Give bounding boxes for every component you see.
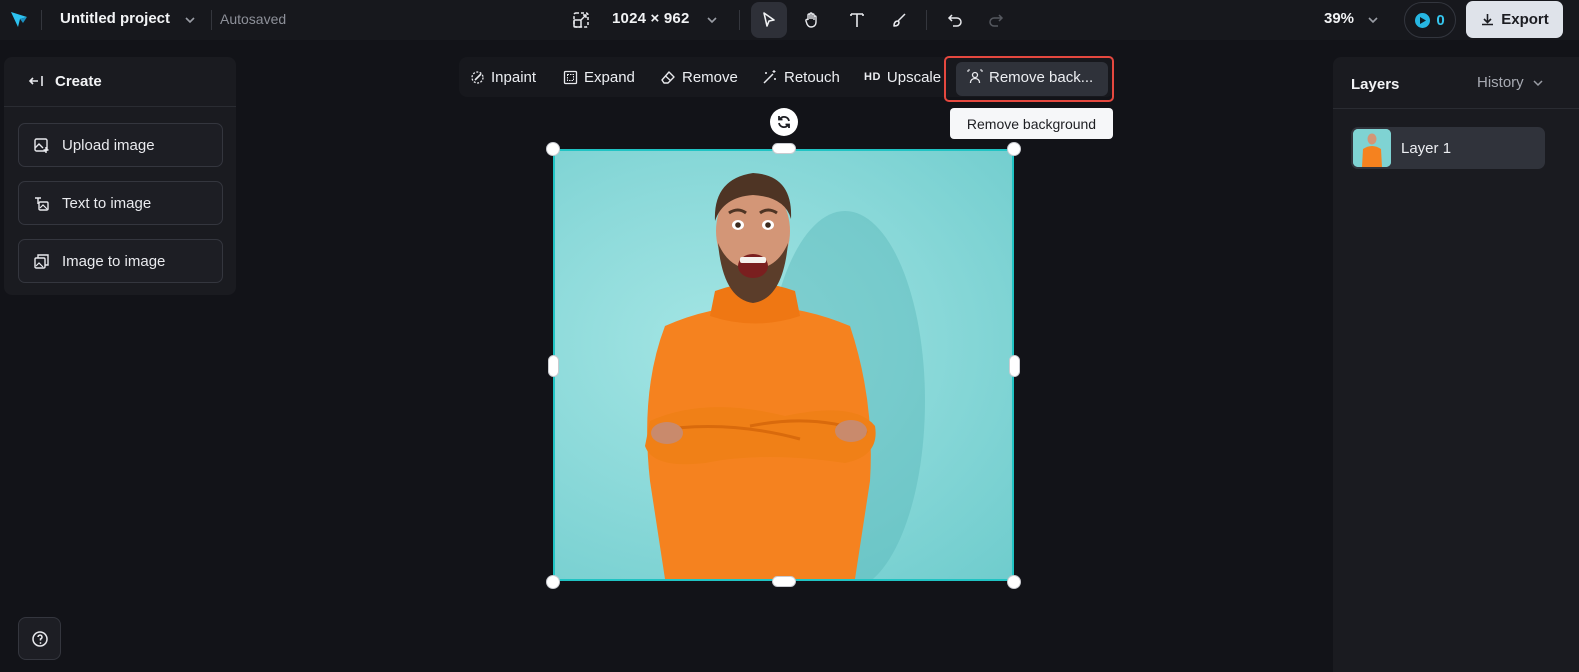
autosave-status: Autosaved — [220, 11, 287, 27]
select-tool-button[interactable] — [751, 2, 787, 38]
resize-handle-top[interactable] — [772, 143, 796, 154]
create-panel: Create Upload image Text to image Image … — [4, 57, 236, 295]
hand-tool-icon — [805, 12, 817, 28]
magic-wand-icon — [763, 70, 776, 84]
resize-handle-top-right[interactable] — [1007, 142, 1021, 156]
tab-history[interactable]: History — [1477, 74, 1544, 91]
inpaint-button[interactable]: Inpaint — [470, 65, 536, 89]
upload-image-icon — [34, 137, 49, 153]
divider — [739, 10, 740, 30]
expand-icon — [563, 70, 578, 84]
create-panel-title: Create — [55, 73, 102, 90]
layer-thumbnail — [1353, 129, 1391, 167]
remove-background-icon — [967, 69, 983, 84]
text-to-image-icon — [35, 196, 49, 211]
resize-handle-left[interactable] — [548, 355, 559, 377]
undo-button[interactable] — [937, 2, 973, 38]
text-to-image-label: Text to image — [62, 194, 152, 212]
credits-count: 0 — [1436, 11, 1445, 29]
remove-background-button[interactable]: Remove back... — [967, 65, 1093, 89]
chevron-down-icon — [1533, 79, 1543, 86]
eraser-icon — [661, 71, 675, 84]
expand-label: Expand — [584, 68, 635, 86]
layer-item[interactable]: Layer 1 — [1351, 127, 1545, 169]
resize-handle-right[interactable] — [1009, 355, 1020, 377]
hand-tool-button[interactable] — [794, 2, 830, 38]
help-button[interactable] — [18, 617, 61, 660]
hd-icon: HD — [864, 71, 881, 83]
resize-handle-bottom-right[interactable] — [1007, 575, 1021, 589]
remove-background-label: Remove back... — [989, 68, 1094, 86]
export-label: Export — [1501, 11, 1549, 28]
remove-label: Remove — [682, 68, 738, 86]
undo-icon — [947, 14, 962, 27]
canvas-image[interactable] — [553, 149, 1014, 581]
select-tool-icon — [763, 12, 775, 27]
rotate-handle[interactable] — [770, 108, 798, 136]
resize-handle-bottom[interactable] — [772, 576, 796, 587]
image-to-image-label: Image to image — [62, 252, 166, 270]
resize-canvas-icon[interactable] — [572, 11, 590, 34]
brush-tool-icon — [893, 13, 906, 27]
project-title[interactable]: Untitled project — [60, 10, 170, 27]
upscale-label: Upscale — [886, 68, 942, 86]
back-arrow-icon[interactable] — [28, 73, 44, 94]
resize-handle-top-left[interactable] — [546, 142, 560, 156]
retouch-button[interactable]: Retouch — [762, 65, 840, 89]
redo-icon — [989, 14, 1004, 27]
export-button[interactable]: Export — [1466, 1, 1563, 38]
credit-icon — [1415, 12, 1431, 28]
inpaint-label: Inpaint — [491, 68, 537, 86]
expand-button[interactable]: Expand — [563, 65, 635, 89]
upload-image-label: Upload image — [62, 136, 155, 154]
divider — [211, 10, 212, 30]
text-to-image-button[interactable]: Text to image — [18, 181, 223, 225]
inpaint-icon — [471, 70, 484, 84]
rotate-icon — [778, 116, 790, 128]
layers-panel: Layers History Layer 1 — [1333, 57, 1579, 672]
app-logo-icon[interactable] — [9, 9, 29, 29]
chevron-down-icon[interactable] — [183, 13, 197, 32]
canvas-size-display[interactable]: 1024 × 962 — [612, 10, 690, 27]
retouch-label: Retouch — [784, 68, 840, 86]
download-icon — [1482, 14, 1494, 26]
upscale-button[interactable]: HD Upscale — [864, 65, 941, 89]
chevron-down-icon[interactable] — [705, 13, 719, 32]
chevron-down-icon[interactable] — [1366, 13, 1380, 32]
layer-name: Layer 1 — [1401, 139, 1452, 157]
credits-badge[interactable]: 0 — [1404, 2, 1456, 38]
zoom-level[interactable]: 39% — [1324, 10, 1354, 27]
upload-image-button[interactable]: Upload image — [18, 123, 223, 167]
divider — [41, 10, 42, 30]
history-label: History — [1477, 74, 1524, 91]
text-tool-button[interactable] — [839, 2, 875, 38]
remove-button[interactable]: Remove — [660, 65, 738, 89]
tab-layers[interactable]: Layers — [1351, 76, 1399, 93]
resize-handle-bottom-left[interactable] — [546, 575, 560, 589]
text-tool-icon — [850, 13, 864, 27]
image-to-image-icon — [34, 253, 49, 269]
brush-tool-button[interactable] — [881, 2, 917, 38]
redo-button[interactable] — [978, 2, 1014, 38]
remove-background-tooltip: Remove background — [950, 108, 1113, 139]
divider — [926, 10, 927, 30]
man-in-orange-sweater-photo — [645, 173, 925, 579]
help-icon — [31, 630, 48, 647]
image-to-image-button[interactable]: Image to image — [18, 239, 223, 283]
